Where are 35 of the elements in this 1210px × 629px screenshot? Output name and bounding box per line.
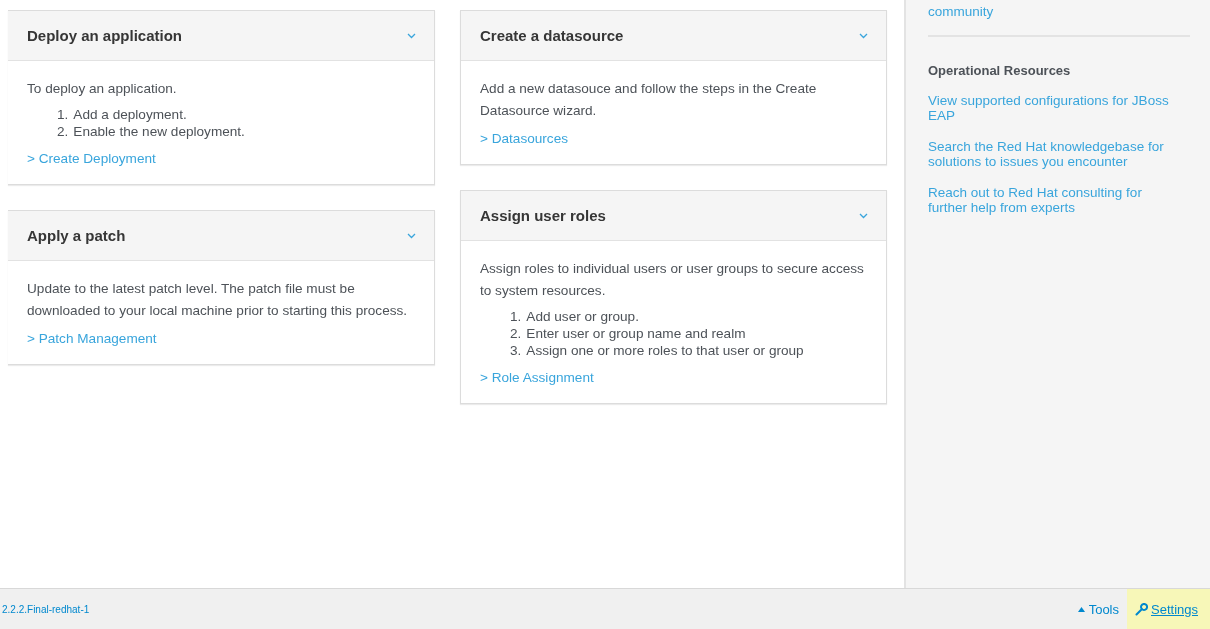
- card-title: Assign user roles: [480, 207, 606, 224]
- card-link[interactable]: > Create Deployment: [27, 148, 156, 170]
- card-link[interactable]: > Datasources: [480, 128, 569, 150]
- step-number: 1.: [510, 308, 522, 325]
- card-header[interactable]: Deploy an application: [8, 11, 434, 61]
- card-description: To deploy an application.: [27, 80, 178, 98]
- card-description: Add a new datasouce and follow the steps in the Create Datasource wizard.: [480, 80, 818, 120]
- card-header[interactable]: Create a datasource: [461, 11, 886, 61]
- card-header[interactable]: Apply a patch: [8, 211, 434, 261]
- card-title: Create a datasource: [480, 27, 624, 44]
- sidebar-link[interactable]: Search the Red Hat knowledgebase for solutions to issues you encounter: [928, 139, 1178, 169]
- card-description: Update to the latest patch level. The patch file must be downloaded to your local machine prior to starting this process.: [27, 280, 409, 320]
- card-header[interactable]: Assign user roles: [461, 191, 886, 241]
- section-title: Operational Resources: [928, 63, 1072, 78]
- step-text: Add user or group.: [526, 308, 639, 325]
- step-number: 1.: [57, 106, 69, 123]
- settings-button[interactable]: Settings: [1127, 589, 1210, 629]
- card-title: Deploy an application: [27, 27, 183, 44]
- triangle-icon: [1077, 606, 1085, 612]
- version-text: 2.2.2.Final-redhat-1: [1, 603, 90, 615]
- card-link[interactable]: > Role Assignment: [480, 367, 594, 389]
- tools-button[interactable]: Tools: [1069, 589, 1127, 629]
- card-description: Assign roles to individual users or user groups to secure access to system resources.: [480, 260, 865, 300]
- sidebar-link[interactable]: View supported configurations for JBoss EAP: [928, 93, 1178, 123]
- step-number: 2.: [510, 325, 522, 342]
- sidebar-link[interactable]: community: [928, 4, 1178, 19]
- step-text: Assign one or more roles to that user or group: [526, 342, 804, 359]
- step-number: 2.: [57, 123, 69, 140]
- step-text: Add a deployment.: [73, 106, 187, 123]
- step-text: Enable the new deployment.: [73, 123, 245, 140]
- card-link[interactable]: > Patch Management: [27, 328, 157, 350]
- step-number: 3.: [510, 342, 522, 359]
- card-title: Apply a patch: [27, 227, 126, 244]
- sidebar-link[interactable]: Reach out to Red Hat consulting for further help from experts: [928, 185, 1178, 215]
- step-text: Enter user or group name and realm: [526, 325, 746, 342]
